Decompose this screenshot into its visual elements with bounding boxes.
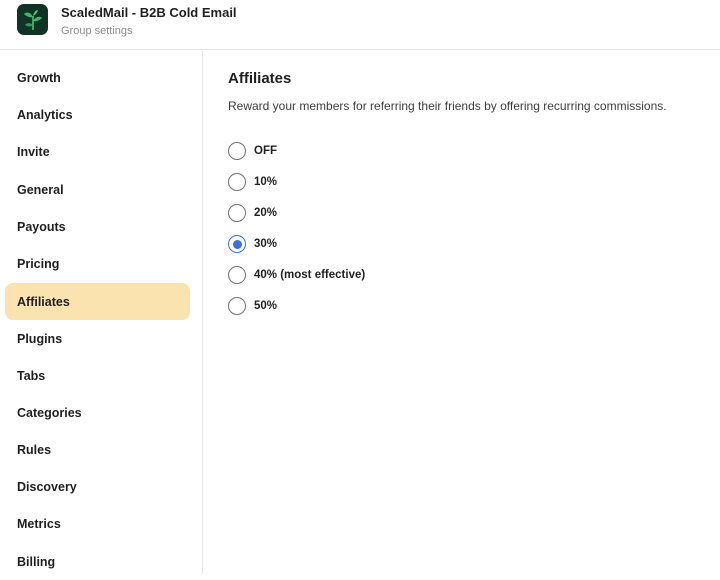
sidebar-item-general[interactable]: General <box>5 171 190 208</box>
radio-button[interactable] <box>228 297 246 315</box>
sidebar-item-growth[interactable]: Growth <box>5 59 190 96</box>
radio-dot <box>232 239 242 249</box>
option-label: 10% <box>254 176 278 188</box>
option-label: 50% <box>254 300 278 312</box>
sidebar-item-metrics[interactable]: Metrics <box>5 505 190 542</box>
option-label: 20% <box>254 207 278 219</box>
option-label: OFF <box>254 145 277 157</box>
settings-sidebar: Growth Analytics Invite General Payouts … <box>0 50 203 574</box>
radio-button[interactable] <box>228 266 246 284</box>
sidebar-item-discovery[interactable]: Discovery <box>5 468 190 505</box>
section-title: Affiliates <box>228 70 292 87</box>
sidebar-item-payouts[interactable]: Payouts <box>5 208 190 245</box>
sidebar-item-billing[interactable]: Billing <box>5 543 190 580</box>
sidebar-item-tabs[interactable]: Tabs <box>5 357 190 394</box>
sprout-logo-icon <box>17 4 48 35</box>
app-header: ScaledMail - B2B Cold Email Group settin… <box>0 0 720 50</box>
sidebar-item-affiliates[interactable]: Affiliates <box>5 283 190 320</box>
commission-option-10[interactable]: 10% <box>228 172 528 192</box>
app-title: ScaledMail - B2B Cold Email <box>61 5 237 20</box>
sidebar-item-rules[interactable]: Rules <box>5 431 190 468</box>
sidebar-item-pricing[interactable]: Pricing <box>5 245 190 282</box>
commission-option-30[interactable]: 30% <box>228 234 528 254</box>
header-title-block: ScaledMail - B2B Cold Email Group settin… <box>61 5 237 38</box>
commission-option-20[interactable]: 20% <box>228 203 528 223</box>
section-description: Reward your members for referring their … <box>228 99 667 113</box>
radio-button[interactable] <box>228 142 246 160</box>
sidebar-item-invite[interactable]: Invite <box>5 133 190 170</box>
commission-option-40[interactable]: 40% (most effective) <box>228 265 528 285</box>
sidebar-item-plugins[interactable]: Plugins <box>5 320 190 357</box>
radio-button[interactable] <box>228 173 246 191</box>
radio-button[interactable] <box>228 204 246 222</box>
radio-button-selected[interactable] <box>228 235 246 253</box>
sidebar-item-analytics[interactable]: Analytics <box>5 96 190 133</box>
page-subtitle: Group settings <box>61 25 133 37</box>
commission-option-off[interactable]: OFF <box>228 141 528 161</box>
option-label: 30% <box>254 238 278 250</box>
option-label: 40% (most effective) <box>254 269 366 281</box>
sidebar-item-categories[interactable]: Categories <box>5 394 190 431</box>
commission-option-50[interactable]: 50% <box>228 296 528 316</box>
